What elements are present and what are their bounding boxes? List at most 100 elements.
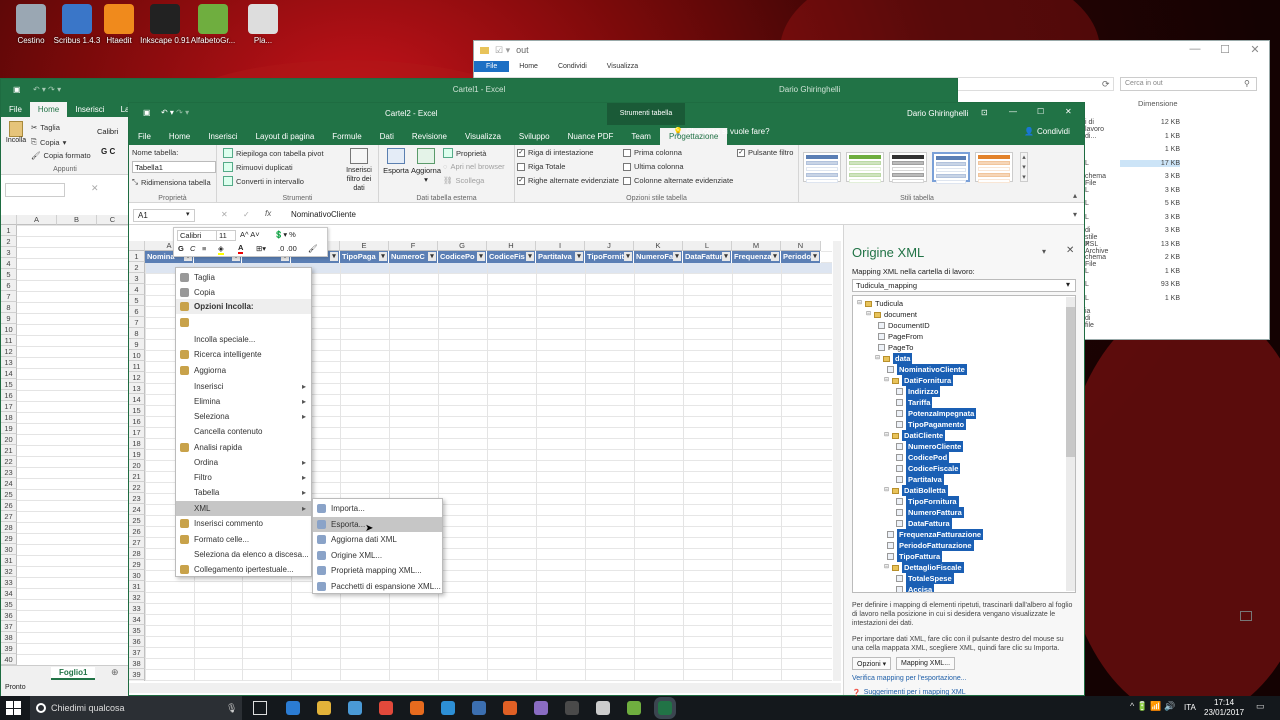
row-header[interactable]: 2 xyxy=(129,262,145,273)
xml-tree-node[interactable]: FrequenzaFatturazione xyxy=(884,529,984,540)
taskbar-app-icon[interactable] xyxy=(565,701,579,715)
formula-input[interactable]: NominativoCliente xyxy=(291,210,356,219)
decimals-icon[interactable]: .0 .00 xyxy=(278,244,297,253)
explorer-tab[interactable]: Home xyxy=(509,63,548,70)
row-header[interactable]: 12 xyxy=(129,372,145,383)
column-header[interactable] xyxy=(129,241,145,251)
ribbon-tab[interactable]: Revisione xyxy=(403,132,456,145)
format-painter-icon[interactable]: 🖌 xyxy=(308,244,318,253)
row-header[interactable]: 5 xyxy=(1,269,17,280)
last-column-checkbox[interactable]: Ultima colonna xyxy=(623,162,684,171)
options-button[interactable]: Opzioni ▾ xyxy=(852,657,892,670)
column-header[interactable]: E xyxy=(340,241,389,251)
tree-scrollbar[interactable] xyxy=(1066,297,1075,591)
row-header[interactable]: 11 xyxy=(1,335,17,346)
row-header[interactable]: 27 xyxy=(1,511,17,522)
context-menu-item[interactable]: Elimina xyxy=(176,394,311,409)
context-menu-item[interactable]: Formato celle... xyxy=(176,532,311,547)
row-header[interactable]: 25 xyxy=(129,515,145,526)
share-button[interactable]: 👤 Condividi xyxy=(1024,127,1070,136)
column-header[interactable]: I xyxy=(536,241,585,251)
refresh-button[interactable]: Aggiorna ▾ xyxy=(411,148,441,184)
row-header[interactable]: 2 xyxy=(1,236,17,247)
font-name-box[interactable]: Calibri xyxy=(97,127,118,136)
context-menu-item[interactable]: XML xyxy=(176,501,311,516)
row-header[interactable]: 20 xyxy=(1,434,17,445)
row-header[interactable]: 21 xyxy=(129,471,145,482)
row-header[interactable]: 6 xyxy=(1,280,17,291)
borders-icon[interactable]: ⊞▾ xyxy=(256,244,266,253)
undo-icon[interactable]: ↶ ▾ ↷ ▾ xyxy=(33,85,61,94)
taskbar-app-icon[interactable] xyxy=(472,701,486,715)
row-header[interactable]: 31 xyxy=(129,581,145,592)
clock-date[interactable]: 23/01/2017 xyxy=(1204,708,1244,717)
undo-icon[interactable]: ↶ ▾ ↷ ▾ xyxy=(161,108,189,117)
ribbon-tab[interactable]: Home xyxy=(160,132,199,145)
taskbar-app-icon[interactable] xyxy=(503,701,517,715)
column-header[interactable]: N xyxy=(781,241,821,251)
ribbon-tab[interactable]: File xyxy=(129,132,160,145)
row-header[interactable]: 19 xyxy=(129,449,145,460)
row-header[interactable]: 33 xyxy=(129,603,145,614)
row-header[interactable]: 34 xyxy=(1,588,17,599)
xml-tree-node[interactable]: ⊟ DatiBolletta xyxy=(884,485,948,496)
vertical-scrollbar[interactable] xyxy=(833,241,841,681)
clock-time[interactable]: 17:14 xyxy=(1214,698,1234,707)
xml-submenu-item[interactable]: Importa... xyxy=(313,501,442,516)
xml-submenu-item[interactable]: Proprietà mapping XML... xyxy=(313,563,442,578)
add-sheet-icon[interactable]: ⊕ xyxy=(111,667,119,678)
ribbon-tab[interactable]: Team xyxy=(622,132,660,145)
row-header[interactable]: 8 xyxy=(1,302,17,313)
xml-submenu-item[interactable]: Pacchetti di espansione XML... xyxy=(313,579,442,594)
context-menu-item[interactable]: Copia xyxy=(176,285,311,300)
xml-tree-node[interactable]: ⊟ data xyxy=(875,353,913,364)
worksheet-back[interactable]: A B C 1 2 3 4 5 6 7 8 9 10 11 12 13 14 15 16 17 18 19 20 21 22 23… xyxy=(1,215,129,666)
italic-icon[interactable]: C xyxy=(190,244,195,253)
row-header[interactable]: 23 xyxy=(1,467,17,478)
cancel-icon[interactable]: ✕ xyxy=(221,210,228,219)
ribbon-tab[interactable]: Inserisci xyxy=(67,105,112,117)
column-header[interactable]: A xyxy=(17,215,57,225)
ribbon-tab[interactable]: Dati xyxy=(371,132,403,145)
table-style-swatch[interactable] xyxy=(846,152,884,183)
row-header[interactable]: 6 xyxy=(129,306,145,317)
row-header[interactable]: 17 xyxy=(1,401,17,412)
row-header[interactable]: 34 xyxy=(129,614,145,625)
copy-button[interactable]: ⎘ Copia ▾ xyxy=(31,137,66,147)
convert-range-button[interactable]: Converti in intervallo xyxy=(223,176,304,186)
xml-tree-node[interactable]: TotaleSpese xyxy=(893,573,954,584)
row-header[interactable]: 24 xyxy=(129,504,145,515)
row-header[interactable]: 38 xyxy=(1,632,17,643)
xml-tree-node[interactable]: TipoFornitura xyxy=(893,496,959,507)
table-header-cell[interactable]: NumeroC xyxy=(389,251,438,263)
taskbar-app-icon[interactable] xyxy=(348,701,362,715)
row-header[interactable]: 22 xyxy=(1,456,17,467)
row-header[interactable]: 26 xyxy=(1,500,17,511)
taskbar-app-icon[interactable] xyxy=(596,701,610,715)
xml-submenu-item[interactable]: Origine XML... xyxy=(313,548,442,563)
context-menu-item[interactable]: Tabella xyxy=(176,485,311,500)
more-styles-icon[interactable]: ▴ ▾ ▾ xyxy=(1020,152,1028,182)
table-style-swatch[interactable] xyxy=(803,152,841,183)
context-menu-item[interactable]: Filtro xyxy=(176,470,311,485)
table-style-swatch[interactable] xyxy=(932,152,970,184)
xml-tree-node[interactable]: DocumentID xyxy=(875,320,930,331)
xml-tree-node[interactable]: ⊟ DatiCliente xyxy=(884,430,946,441)
row-header[interactable]: 26 xyxy=(129,526,145,537)
expand-formula-icon[interactable]: ▾ xyxy=(1073,210,1077,219)
xml-tree-node[interactable]: PeriodoFatturazione xyxy=(884,540,974,551)
context-menu-item[interactable]: Incolla speciale... xyxy=(176,332,311,347)
row-header[interactable]: 28 xyxy=(129,548,145,559)
first-column-checkbox[interactable]: Prima colonna xyxy=(623,148,682,157)
table-header-cell[interactable]: TipoFornitu xyxy=(585,251,634,263)
context-menu-item[interactable]: Ricerca intelligente xyxy=(176,347,311,362)
row-header[interactable]: 3 xyxy=(129,273,145,284)
taskbar-app-icon[interactable] xyxy=(658,701,672,715)
remove-duplicates-button[interactable]: Rimuovi duplicati xyxy=(223,162,293,172)
column-header[interactable]: J xyxy=(585,241,634,251)
row-header[interactable]: 11 xyxy=(129,361,145,372)
pane-options-icon[interactable]: ▾ xyxy=(1042,247,1046,256)
row-header[interactable]: 33 xyxy=(1,577,17,588)
column-header[interactable]: F xyxy=(389,241,438,251)
table-header-cell[interactable]: CodicePo xyxy=(438,251,487,263)
